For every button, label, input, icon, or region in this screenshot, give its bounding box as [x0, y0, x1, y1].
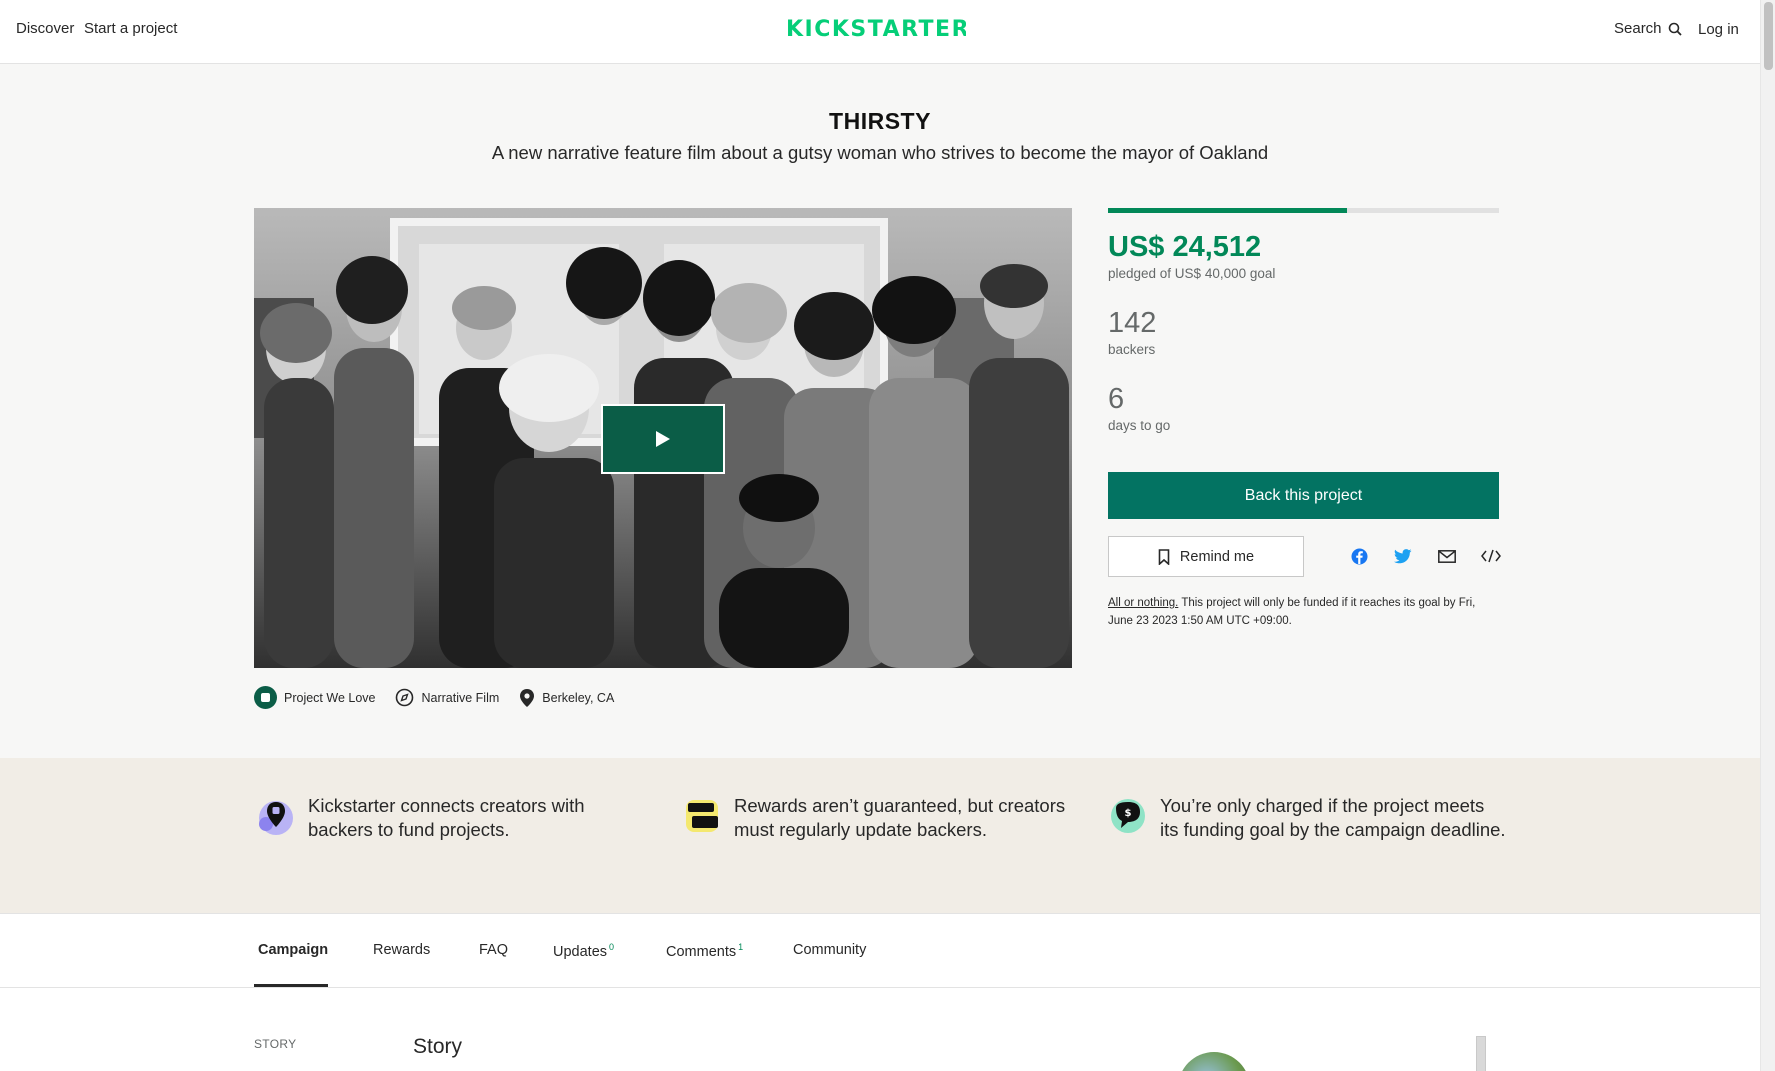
all-or-nothing-note: All or nothing. This project will only b… [1108, 594, 1503, 630]
discover-link[interactable]: Discover [16, 20, 74, 37]
story-section: STORY Story [0, 988, 1760, 1071]
tab-faq[interactable]: FAQ [479, 942, 508, 958]
category-label: Narrative Film [421, 690, 500, 705]
remind-me-label: Remind me [1179, 548, 1255, 565]
story-nav-link[interactable]: STORY [254, 1037, 296, 1051]
page-scrollbar[interactable] [1760, 0, 1775, 1071]
sidebar-scrollbar[interactable] [1476, 1036, 1486, 1071]
rewards-chat-icon [686, 800, 718, 832]
trust-band: Kickstarter connects creators with backe… [0, 758, 1760, 914]
remind-me-button[interactable]: Remind me [1108, 536, 1304, 577]
twitter-icon [1394, 548, 1412, 563]
money-bubble-icon: $ [1111, 799, 1145, 833]
project-we-love-label: Project We Love [284, 690, 376, 705]
trust-text-rewards: Rewards aren’t guaranteed, but creators … [734, 795, 1066, 840]
trust-item-charged: $ You’re only charged if the project mee… [1106, 794, 1506, 842]
tab-rewards[interactable]: Rewards [373, 942, 430, 958]
embed-icon [1481, 549, 1501, 563]
project-we-love-tag[interactable]: Project We Love [254, 686, 375, 709]
funding-progress-bar [1108, 208, 1499, 213]
tab-updates-count: 0 [609, 942, 615, 952]
location-label: Berkeley, CA [542, 690, 615, 705]
pledged-goal-text: pledged of US$ 40,000 goal [1108, 266, 1276, 281]
active-tab-indicator [254, 984, 328, 987]
days-label: days to go [1108, 418, 1171, 433]
location-pin-icon [520, 688, 535, 707]
funding-progress-fill [1108, 208, 1347, 213]
tab-comments-count: 1 [738, 942, 744, 952]
bookmark-icon [1158, 548, 1170, 565]
share-twitter[interactable] [1392, 545, 1414, 567]
project-hero: THIRSTY A new narrative feature film abo… [0, 64, 1760, 758]
tab-campaign[interactable]: Campaign [258, 942, 328, 958]
project-title: THIRSTY [829, 108, 931, 134]
tab-comments[interactable]: Comments 1 [666, 942, 743, 960]
tab-community[interactable]: Community [793, 942, 866, 958]
video-play-button[interactable] [601, 404, 725, 474]
tab-updates-label: Updates [553, 943, 608, 960]
all-or-nothing-link[interactable]: All or nothing. [1108, 597, 1178, 609]
logo-wordmark-text: KICKSTARTER [786, 17, 966, 40]
site-header: Discover Start a project KICKSTARTER Sea… [0, 0, 1760, 64]
compass-icon [396, 688, 414, 707]
email-icon [1438, 549, 1456, 563]
project-subtitle: A new narrative feature film about a gut… [491, 142, 1269, 163]
trust-item-rewards: Rewards aren’t guaranteed, but creators … [680, 794, 1080, 842]
pwl-badge-icon [254, 686, 277, 709]
start-project-link[interactable]: Start a project [84, 20, 177, 37]
kickstarter-logo[interactable]: KICKSTARTER [786, 16, 969, 42]
project-video[interactable] [254, 208, 1072, 668]
project-tabs: Campaign Rewards FAQ Updates 0 Comments 1 … [0, 914, 1760, 988]
trust-text-connects: Kickstarter connects creators with backe… [308, 795, 585, 840]
login-link[interactable]: Log in [1698, 21, 1739, 38]
kickstarter-wordmark: KICKSTARTER [786, 17, 969, 42]
share-email[interactable] [1436, 545, 1458, 567]
play-icon [656, 431, 670, 447]
facebook-icon [1351, 548, 1367, 564]
days-count: 6 [1108, 383, 1125, 415]
category-tag[interactable]: Narrative Film [395, 686, 499, 709]
back-this-project-button[interactable]: Back this project [1108, 472, 1499, 519]
search-button[interactable]: Search [1614, 20, 1682, 37]
location-tag[interactable]: Berkeley, CA [519, 686, 614, 709]
share-embed[interactable] [1480, 545, 1502, 567]
pledged-amount: US$ 24,512 [1108, 231, 1262, 263]
tab-updates[interactable]: Updates 0 [553, 942, 614, 960]
page-scrollbar-thumb[interactable] [1764, 2, 1773, 70]
funding-stats: US$ 24,512 pledged of US$ 40,000 goal 14… [1108, 208, 1499, 433]
search-label: Search [1614, 20, 1662, 37]
svg-text:$: $ [1125, 808, 1132, 819]
creator-avatar[interactable] [1178, 1052, 1250, 1071]
search-icon [1668, 22, 1682, 36]
trust-text-charged: You’re only charged if the project meets… [1160, 795, 1506, 840]
share-facebook[interactable] [1348, 545, 1370, 567]
backers-label: backers [1108, 342, 1156, 357]
connect-pin-icon [259, 801, 293, 835]
backers-count: 142 [1108, 307, 1157, 339]
trust-item-connects: Kickstarter connects creators with backe… [254, 794, 634, 842]
project-tags: Project We Love Narrative Film Berkeley,… [254, 686, 614, 709]
story-heading: Story [413, 1035, 463, 1058]
tab-comments-label: Comments [666, 943, 737, 960]
